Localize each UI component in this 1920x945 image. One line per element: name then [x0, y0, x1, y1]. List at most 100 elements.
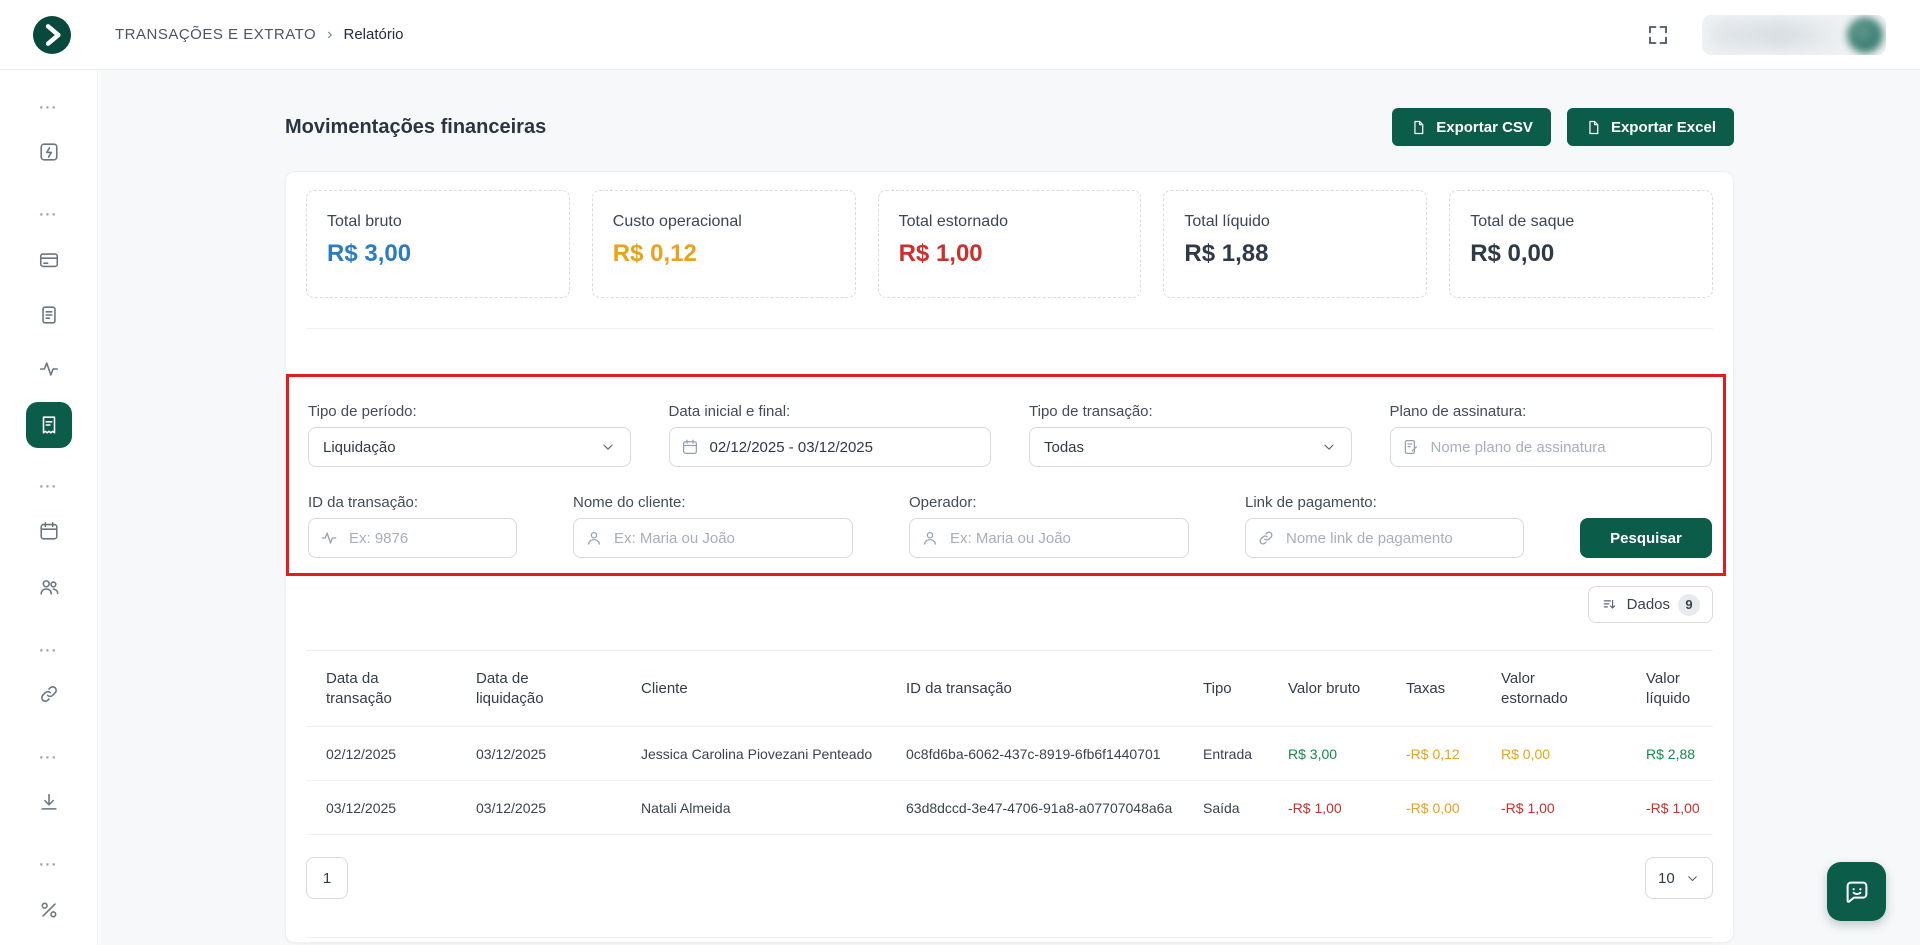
select-value: Todas [1044, 439, 1084, 456]
cell-id-transacao: 63d8dccd-3e47-4706-91a8-a07707048a6a [886, 781, 1183, 835]
cell-cliente: Jessica Carolina Piovezani Penteado [621, 727, 886, 781]
sidebar-item-fees[interactable] [38, 899, 60, 921]
filter-plano: Plano de assinatura: [1390, 403, 1713, 467]
file-icon [1585, 119, 1602, 136]
sidebar-item-withdrawals[interactable] [38, 791, 60, 813]
column-header: ID da transação [886, 651, 1183, 727]
percent-icon [38, 899, 60, 921]
rows-per-page-select[interactable]: 10 [1645, 857, 1713, 899]
link-icon [1257, 529, 1275, 547]
quick-actions-icon [38, 141, 60, 163]
tipo-transacao-select[interactable]: Todas [1029, 427, 1352, 467]
stat-value: R$ 0,00 [1470, 240, 1692, 268]
stat-custo-operacional: Custo operacional R$ 0,12 [592, 190, 856, 298]
filter-label: Plano de assinatura: [1390, 403, 1713, 421]
fullscreen-expand-icon[interactable] [1646, 23, 1670, 47]
sidebar-separator: ... [39, 640, 58, 655]
chevron-down-icon [600, 439, 616, 455]
rows-per-page-value: 10 [1658, 870, 1675, 887]
user-profile-blurred[interactable] [1702, 15, 1886, 55]
operador-input[interactable] [909, 518, 1189, 558]
sidebar-separator: ... [39, 476, 58, 491]
chevron-down-icon [1685, 871, 1700, 886]
topbar: TRANSAÇÕES E EXTRATO › Relatório [0, 0, 1920, 70]
stats-row: Total bruto R$ 3,00 Custo operacional R$… [306, 190, 1713, 298]
sidebar-item-customers[interactable] [38, 576, 60, 598]
avatar [1847, 17, 1883, 53]
select-value: Liquidação [323, 439, 396, 456]
table-row: 03/12/2025 03/12/2025 Natali Almeida 63d… [306, 781, 1713, 835]
cell-id-transacao: 0c8fd6ba-6062-437c-8919-6fb6f1440701 [886, 727, 1183, 781]
page-1-button[interactable]: 1 [306, 857, 348, 899]
column-header: Data da transação [306, 651, 456, 727]
pesquisar-button[interactable]: Pesquisar [1580, 518, 1712, 558]
user-name-blur [1710, 20, 1844, 50]
breadcrumb-separator: › [327, 26, 332, 44]
sidebar-separator: ... [39, 204, 58, 219]
filter-tipo-transacao: Tipo de transação: Todas [1029, 403, 1352, 467]
sidebar-item-invoices[interactable] [38, 304, 60, 326]
table-row: 02/12/2025 03/12/2025 Jessica Carolina P… [306, 727, 1713, 781]
sidebar-item-quick-actions[interactable] [38, 141, 60, 163]
sidebar-item-activity[interactable] [38, 358, 60, 380]
date-range-input[interactable] [669, 427, 992, 467]
filter-tipo-periodo: Tipo de período: Liquidação [308, 403, 631, 467]
stat-value: R$ 0,12 [613, 240, 835, 268]
filter-label: Tipo de período: [308, 403, 631, 421]
link-icon [38, 683, 60, 705]
transactions-table: Data da transação Data de liquidação Cli… [306, 650, 1713, 835]
stat-label: Total estornado [899, 213, 1121, 231]
file-icon [1410, 119, 1427, 136]
id-transacao-input[interactable] [308, 518, 517, 558]
plano-assinatura-input[interactable] [1390, 427, 1713, 467]
card-icon [38, 249, 60, 271]
sidebar-item-transactions-active[interactable] [26, 402, 72, 448]
plan-signature-icon [1402, 438, 1420, 456]
filter-data: Data inicial e final: [669, 403, 992, 467]
chat-fab[interactable] [1827, 862, 1886, 921]
app-logo[interactable] [33, 16, 71, 54]
filters-section: Tipo de período: Liquidação Data inicial… [306, 329, 1713, 558]
column-header: Valor bruto [1268, 651, 1386, 727]
sidebar-item-calendar[interactable] [38, 520, 60, 542]
main-content: Movimentações financeiras Exportar CSV E… [99, 70, 1920, 945]
filter-id-transacao: ID da transação: [308, 494, 517, 558]
pulse-icon [320, 529, 338, 547]
nome-cliente-input[interactable] [573, 518, 853, 558]
divider [306, 937, 1713, 938]
cell-valor-estornado: R$ 0,00 [1481, 727, 1626, 781]
cell-valor-liquido: R$ 2,88 [1626, 727, 1713, 781]
link-pagamento-input[interactable] [1245, 518, 1524, 558]
dados-button[interactable]: Dados 9 [1588, 586, 1713, 623]
filter-nome-cliente: Nome do cliente: [573, 494, 853, 558]
logo-chevron-icon [33, 16, 71, 54]
stat-value: R$ 3,00 [327, 240, 549, 268]
report-card: Total bruto R$ 3,00 Custo operacional R$… [285, 171, 1734, 943]
activity-icon [38, 358, 60, 380]
breadcrumb-section[interactable]: TRANSAÇÕES E EXTRATO [115, 26, 316, 43]
filter-label: Nome do cliente: [573, 494, 853, 512]
sidebar: ... ... ... ... ... ... [0, 70, 98, 945]
column-header: Tipo [1183, 651, 1268, 727]
person-icon [921, 529, 939, 547]
stat-total-saque: Total de saque R$ 0,00 [1449, 190, 1713, 298]
cell-valor-liquido: -R$ 1,00 [1626, 781, 1713, 835]
person-icon [585, 529, 603, 547]
cell-taxas: -R$ 0,12 [1386, 727, 1481, 781]
page-title: Movimentações financeiras [285, 116, 546, 139]
export-excel-button[interactable]: Exportar Excel [1567, 108, 1734, 146]
filter-label: Tipo de transação: [1029, 403, 1352, 421]
sidebar-item-payment-links[interactable] [38, 683, 60, 705]
chevron-down-icon [1321, 439, 1337, 455]
cell-data-transacao: 03/12/2025 [306, 781, 456, 835]
export-csv-button[interactable]: Exportar CSV [1392, 108, 1551, 146]
sidebar-item-cards[interactable] [38, 249, 60, 271]
tipo-periodo-select[interactable]: Liquidação [308, 427, 631, 467]
cell-tipo: Entrada [1183, 727, 1268, 781]
cell-taxas: -R$ 0,00 [1386, 781, 1481, 835]
sidebar-separator: ... [39, 854, 58, 869]
download-icon [38, 791, 60, 813]
calendar-icon [38, 520, 60, 542]
sidebar-separator: ... [39, 747, 58, 762]
export-csv-label: Exportar CSV [1436, 119, 1533, 136]
